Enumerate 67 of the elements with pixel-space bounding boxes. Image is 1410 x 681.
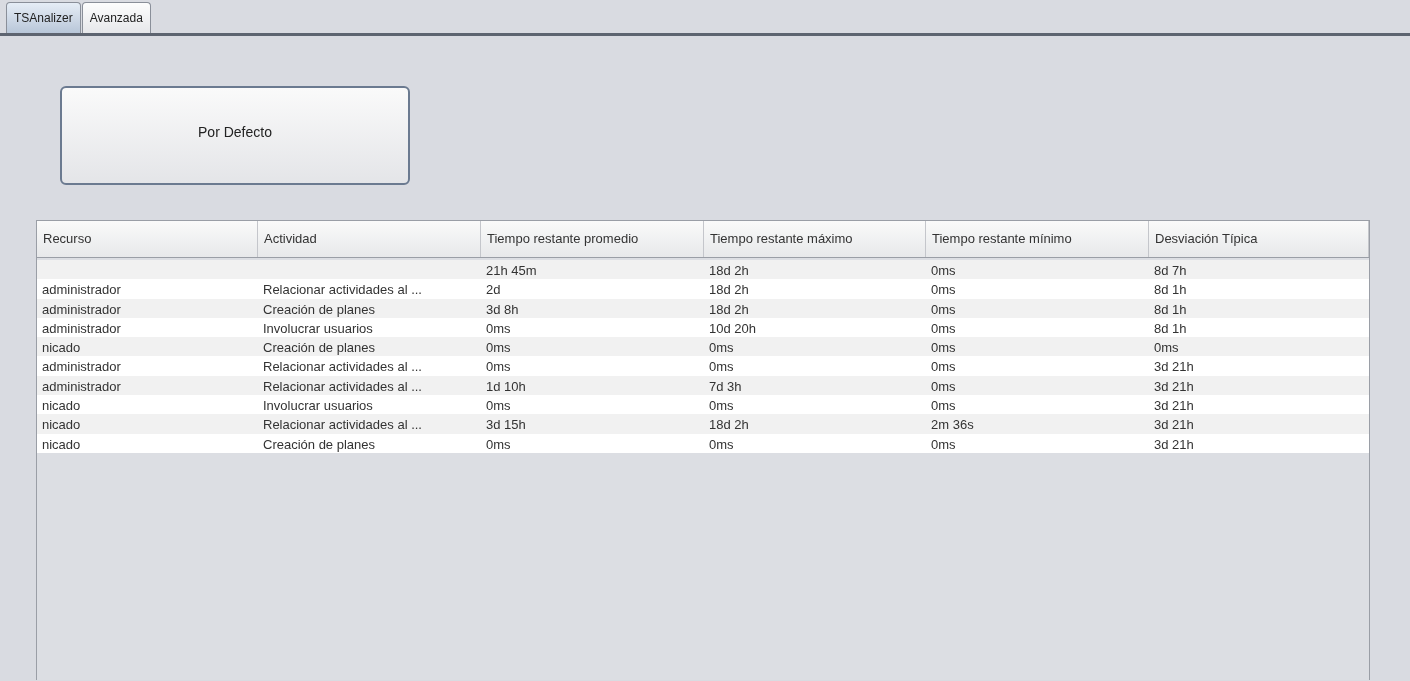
table-cell-text: 3d 21h	[1153, 377, 1195, 396]
table-cell-text: 0ms	[485, 435, 512, 453]
table-cell-text: nicado	[41, 339, 82, 357]
table-cell-text: 18d 2h	[708, 300, 750, 318]
column-header[interactable]: Tiempo restante mínimo	[926, 221, 1149, 257]
table-cell-text: 0ms	[930, 435, 957, 453]
table-cell-text: 3d 21h	[1153, 397, 1195, 415]
table-cell-text: 0ms	[930, 339, 957, 357]
table-cell-text: 0ms	[708, 397, 735, 415]
table-cell-text: 18d 2h	[708, 262, 750, 280]
table-cell-text: 0ms	[485, 397, 512, 415]
table-cell-text: administrador	[41, 358, 122, 376]
table-cell-text: 3d 21h	[1153, 435, 1195, 453]
table-cell-text: 7d 3h	[708, 377, 743, 396]
table-cell-text: nicado	[41, 416, 82, 434]
table-cell-text: 18d 2h	[708, 416, 750, 434]
table-cell-text: Creación de planes	[262, 435, 377, 453]
table-cell-text: 8d 1h	[1153, 319, 1188, 338]
table-cell-text: nicado	[41, 435, 82, 453]
column-header[interactable]: Recurso	[37, 221, 258, 257]
table-cell-text: 8d 7h	[1153, 262, 1188, 280]
table-cell-text: Involucrar usuarios	[262, 319, 374, 338]
table-cell-text: 0ms	[485, 319, 512, 338]
table-cell-text: administrador	[41, 377, 122, 396]
table-cell-text: 3d 21h	[1153, 358, 1195, 376]
table-cell-text: administrador	[41, 319, 122, 338]
column-header[interactable]: Desviación Típica	[1149, 221, 1369, 257]
table-cell-text: 0ms	[930, 319, 957, 338]
table-cell-text: 0ms	[930, 377, 957, 396]
table-cell-text: Creación de planes	[262, 339, 377, 357]
table-cell-text: 1d 10h	[485, 377, 527, 396]
table-cell-text: Relacionar actividades al ...	[262, 416, 423, 434]
table-cell-text: 2m 36s	[930, 416, 975, 434]
table-cell-text: 3d 21h	[1153, 416, 1195, 434]
table-cell-text: administrador	[41, 281, 122, 299]
table-cell-text: 3d 15h	[485, 416, 527, 434]
table-cell-text: 18d 2h	[708, 281, 750, 299]
table-cell-text: nicado	[41, 397, 82, 415]
table-cell-text: 0ms	[930, 262, 957, 280]
table-cell-text: 0ms	[930, 397, 957, 415]
table-cell-text: 0ms	[708, 339, 735, 357]
tab[interactable]: TSAnalizer	[6, 2, 81, 33]
default-button[interactable]: Por Defecto	[60, 86, 410, 185]
table-cell-text: Relacionar actividades al ...	[262, 281, 423, 299]
table-cell-text: administrador	[41, 300, 122, 318]
column-header[interactable]: Tiempo restante máximo	[704, 221, 926, 257]
table-cell-text: 0ms	[930, 281, 957, 299]
table-cell-text: 0ms	[485, 358, 512, 376]
table-cell-text: 2d	[485, 281, 502, 299]
table-cell-text: 10d 20h	[708, 319, 757, 338]
table-cell-text: 0ms	[708, 435, 735, 453]
table-cell-text: 0ms	[485, 339, 512, 357]
table-cell-text: 0ms	[1153, 339, 1180, 357]
table-cell-text: 8d 1h	[1153, 281, 1188, 299]
table-cell-text: Creación de planes	[262, 300, 377, 318]
table-cell-text: Relacionar actividades al ...	[262, 358, 423, 376]
table-cell-text: 0ms	[708, 358, 735, 376]
table-cell-text: 0ms	[930, 358, 957, 376]
column-header[interactable]: Tiempo restante promedio	[481, 221, 704, 257]
table-cell-text: 0ms	[930, 300, 957, 318]
table-cell-text: Relacionar actividades al ...	[262, 377, 423, 396]
table-cell-text: 8d 1h	[1153, 300, 1188, 318]
table-cell-text: Involucrar usuarios	[262, 397, 374, 415]
table-cell-text: 3d 8h	[485, 300, 520, 318]
column-header[interactable]: Actividad	[258, 221, 481, 257]
table-cell-text: 21h 45m	[485, 262, 538, 280]
tab[interactable]: Avanzada	[81, 2, 151, 33]
